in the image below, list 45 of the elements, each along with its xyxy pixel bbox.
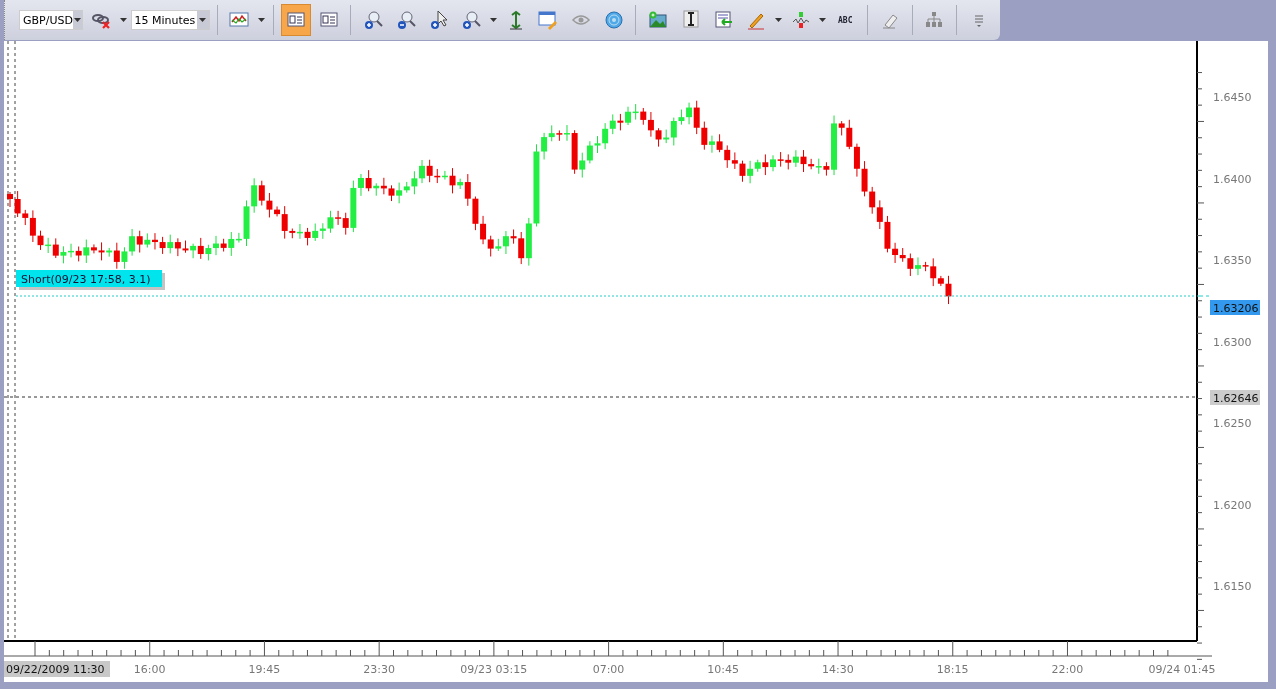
price-label: 1.6250 <box>1213 417 1252 430</box>
wave-icon <box>790 10 811 30</box>
line-chart-icon <box>229 10 250 30</box>
time-label: 16:00 <box>133 663 166 676</box>
time-label: 23:30 <box>363 663 395 676</box>
time-label: 09/23 03:15 <box>460 663 528 676</box>
time-label: 09/24 01:45 <box>1148 663 1216 676</box>
zoom-in-icon <box>363 10 384 30</box>
caret-icon <box>73 18 81 22</box>
zoom-out-icon <box>395 10 416 30</box>
dropdown-field[interactable]: GBP/USD <box>19 10 83 30</box>
price-label: 1.6150 <box>1213 580 1252 593</box>
caret-icon[interactable] <box>118 15 128 25</box>
magnifier-icon <box>461 10 482 30</box>
price-label: 1.6400 <box>1213 172 1252 186</box>
price-label: 1.6200 <box>1213 498 1252 512</box>
caret-icon[interactable] <box>774 15 783 25</box>
dropdown-field[interactable]: 15 Minutes <box>130 10 210 30</box>
text-cursor-icon <box>680 10 701 30</box>
time-label: 22:00 <box>1051 663 1084 676</box>
panel-icon <box>285 10 306 30</box>
time-label: 14:30 <box>822 663 854 676</box>
time-label: 19:45 <box>248 663 281 676</box>
caret-icon[interactable] <box>489 15 498 25</box>
time-label: 18:15 <box>936 663 969 676</box>
image-icon <box>648 10 669 30</box>
abc-button[interactable]: ABC <box>830 4 861 36</box>
panel-b-button[interactable] <box>281 4 311 36</box>
time-label: 10:45 <box>707 663 740 676</box>
caret-icon[interactable] <box>818 15 828 25</box>
globe-icon <box>603 10 624 30</box>
panel-icon <box>318 10 339 30</box>
order-label: Short(09/23 17:58, 3.1) <box>16 270 165 290</box>
pointer-icon <box>428 10 449 30</box>
time-label: 07:00 <box>592 663 625 676</box>
price-label: 1.6350 <box>1213 254 1252 267</box>
hierarchy-icon <box>924 10 945 30</box>
current-price-label: 1.63206 <box>1210 300 1260 315</box>
price-label: 1.6450 <box>1213 91 1252 104</box>
window-pencil-icon <box>538 10 559 30</box>
price-label: 1.6300 <box>1213 335 1252 349</box>
caret-icon <box>199 18 207 22</box>
cursor-price-label: 1.62646 <box>1210 390 1260 405</box>
caret-icon[interactable] <box>257 15 267 25</box>
cursor-time-label: 09/22/2009 11:30 <box>4 661 110 677</box>
